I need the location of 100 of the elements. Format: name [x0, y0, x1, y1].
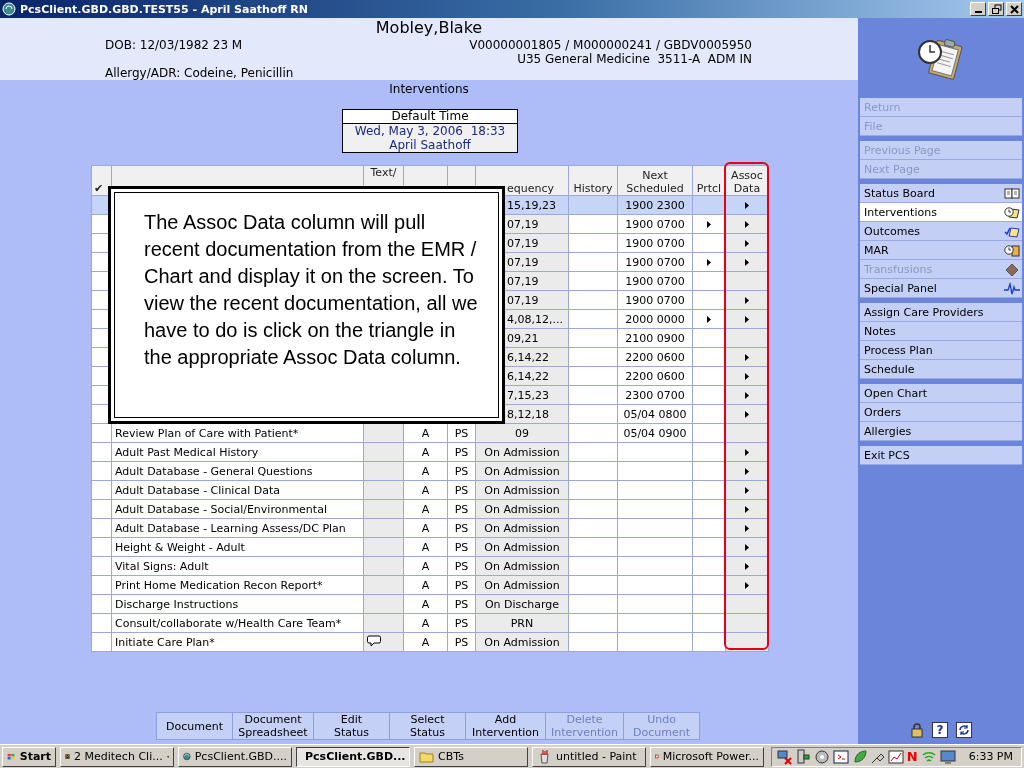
minimize-button[interactable]	[970, 2, 986, 16]
start-button[interactable]: Start	[2, 746, 56, 767]
sidebar-item[interactable]: Allergies	[860, 422, 1022, 441]
table-cell: PS	[447, 442, 476, 462]
action-button[interactable]: Document	[156, 712, 233, 740]
table-cell: PS	[447, 461, 476, 481]
default-time-value: Wed, May 3, 2006 18:33	[353, 124, 507, 138]
taskbar-button[interactable]: PcsClient.GBD...	[296, 746, 410, 767]
sidebar-item[interactable]: Outcomes	[860, 222, 1022, 241]
table-cell: 1900 0700	[617, 271, 693, 291]
disc-icon	[813, 748, 830, 765]
taskbar-button[interactable]: 2 Meditech Cli...	[60, 746, 174, 767]
table-cell: PS	[447, 480, 476, 500]
table-cell: PS	[447, 575, 476, 595]
taskbar-button[interactable]: Microsoft Power...	[650, 746, 764, 767]
triangle-icon[interactable]	[745, 201, 749, 209]
table-cell: A	[403, 537, 448, 557]
taskbar-button[interactable]: PcsClient.GBD....	[178, 746, 292, 767]
action-button[interactable]: Edit Status	[313, 712, 390, 740]
table-cell: A	[403, 499, 448, 519]
sidebar-item[interactable]: Process Plan	[860, 341, 1022, 360]
sidebar-item[interactable]: Interventions	[860, 203, 1022, 222]
patient-location: U35 General Medicine 3511-A ADM IN	[516, 52, 752, 66]
triangle-icon[interactable]	[745, 543, 749, 551]
table-cell: A	[403, 461, 448, 481]
clock-box-icon	[1004, 243, 1020, 257]
table-cell: Print Home Medication Recon Report*	[111, 575, 364, 595]
table-cell: Adult Past Medical History	[111, 442, 364, 462]
leaf-icon	[851, 748, 868, 765]
table-cell: PS	[447, 518, 476, 538]
lock-icon[interactable]	[910, 722, 924, 738]
action-button[interactable]: Add Intervention	[465, 712, 546, 740]
triangle-icon[interactable]	[745, 315, 749, 323]
table-cell: A	[403, 632, 448, 652]
triangle-icon[interactable]	[745, 467, 749, 475]
table-cell: 1900 0700	[617, 252, 693, 272]
table-cell: Adult Database - Social/Environmental	[111, 499, 364, 519]
computer-icon	[794, 748, 811, 765]
sidebar-item[interactable]: Open Chart	[860, 384, 1022, 403]
patient-name: Mobley,Blake	[374, 18, 484, 38]
action-button[interactable]: Select Status	[389, 712, 466, 740]
table-cell: A	[403, 613, 448, 633]
sidebar-item[interactable]: Status Board	[860, 184, 1022, 203]
help-button[interactable]: ?	[932, 722, 948, 738]
patient-allergy: Allergy/ADR: Codeine, Penicillin	[105, 66, 295, 80]
triangle-icon[interactable]	[745, 353, 749, 361]
table-cell: PS	[447, 613, 476, 633]
table-cell: 05/04 0800	[617, 404, 693, 424]
restore-button[interactable]	[988, 2, 1004, 16]
monitor-icon	[939, 748, 956, 765]
window-title: PcsClient.GBD.GBD.TEST55 - April Saathoff RN	[20, 2, 309, 16]
triangle-icon[interactable]	[745, 505, 749, 513]
table-cell: A	[403, 442, 448, 462]
table-cell: PS	[447, 594, 476, 614]
triangle-icon[interactable]	[745, 410, 749, 418]
table-cell: 1900 0700	[617, 214, 693, 234]
sidebar-item[interactable]: MAR	[860, 241, 1022, 260]
triangle-icon[interactable]	[745, 258, 749, 266]
table-cell: Adult Database - Clinical Data	[111, 480, 364, 500]
clock-notepad-icon	[1004, 205, 1020, 219]
sidebar-item[interactable]: Special Panel	[860, 279, 1022, 298]
table-cell: 2200 0600	[617, 347, 693, 367]
sidebar-item[interactable]: Schedule	[860, 360, 1022, 379]
table-cell: 2100 0900	[617, 328, 693, 348]
refresh-icon[interactable]	[956, 722, 972, 738]
triangle-icon[interactable]	[745, 448, 749, 456]
table-cell: Adult Database - General Questions	[111, 461, 364, 481]
triangle-icon[interactable]	[707, 220, 711, 228]
taskbar-button[interactable]: untitled - Paint	[532, 746, 646, 767]
triangle-icon[interactable]	[745, 220, 749, 228]
triangle-icon[interactable]	[707, 258, 711, 266]
triangle-icon[interactable]	[745, 372, 749, 380]
table-cell: 05/04 0900	[617, 423, 693, 443]
action-button[interactable]: Document Spreadsheet	[232, 712, 314, 740]
close-button[interactable]	[1006, 2, 1022, 16]
default-time-label: Default Time	[343, 110, 517, 124]
triangle-icon[interactable]	[745, 296, 749, 304]
triangle-icon[interactable]	[745, 239, 749, 247]
table-cell: Vital Signs: Adult	[111, 556, 364, 576]
speech-bubble-icon[interactable]	[367, 634, 381, 647]
sidebar-item[interactable]: Assign Care Providers	[860, 303, 1022, 322]
triangle-icon[interactable]	[745, 581, 749, 589]
restore-icon	[990, 3, 1002, 15]
sidebar-item[interactable]: Exit PCS	[860, 446, 1022, 465]
sidebar-item[interactable]: Notes	[860, 322, 1022, 341]
table-cell: Consult/collaborate w/Health Care Team*	[111, 613, 364, 633]
triangle-icon[interactable]	[745, 562, 749, 570]
triangle-icon[interactable]	[745, 486, 749, 494]
page-title: Interventions	[388, 81, 470, 97]
table-cell: A	[403, 480, 448, 500]
diamond-icon	[1004, 262, 1020, 276]
triangle-icon[interactable]	[745, 391, 749, 399]
table-cell: 2000 0000	[617, 309, 693, 329]
triangle-icon[interactable]	[707, 315, 711, 323]
network-error-icon	[775, 748, 792, 765]
triangle-icon[interactable]	[745, 524, 749, 532]
table-cell: 1900 0700	[617, 290, 693, 310]
sidebar-item[interactable]: Orders	[860, 403, 1022, 422]
taskbar-button[interactable]: CBTs	[414, 746, 528, 767]
table-cell: PS	[447, 537, 476, 557]
